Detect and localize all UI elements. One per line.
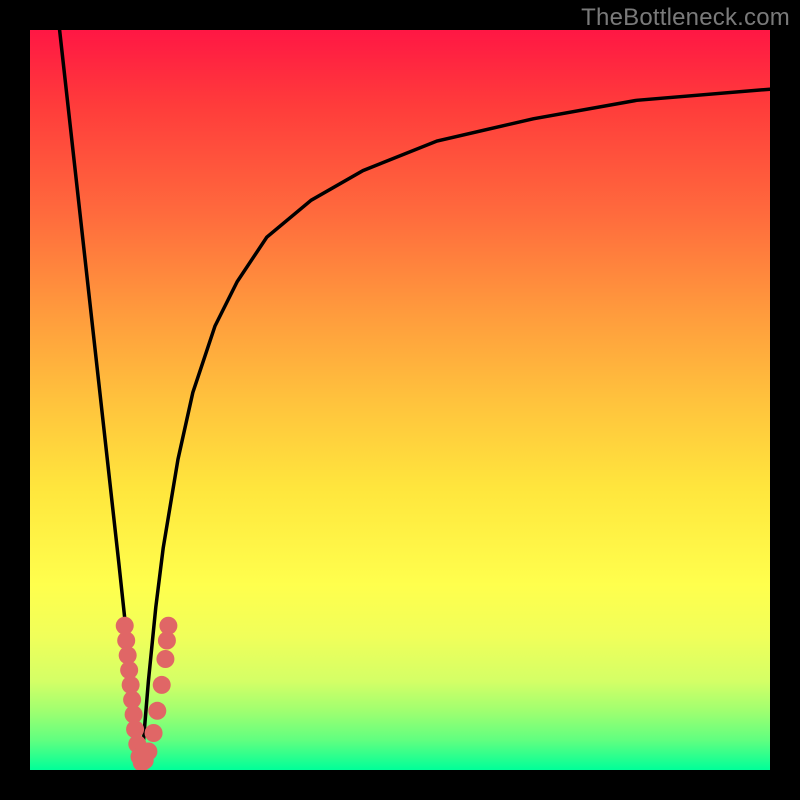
curve-right-branch <box>141 89 770 770</box>
data-dot <box>156 650 174 668</box>
chart-frame: TheBottleneck.com <box>0 0 800 800</box>
data-dot <box>139 743 157 761</box>
data-dot <box>159 617 177 635</box>
plot-area <box>30 30 770 770</box>
data-dot <box>153 676 171 694</box>
data-dot <box>148 702 166 720</box>
data-dot <box>145 724 163 742</box>
watermark-text: TheBottleneck.com <box>581 4 790 32</box>
chart-svg <box>30 30 770 770</box>
